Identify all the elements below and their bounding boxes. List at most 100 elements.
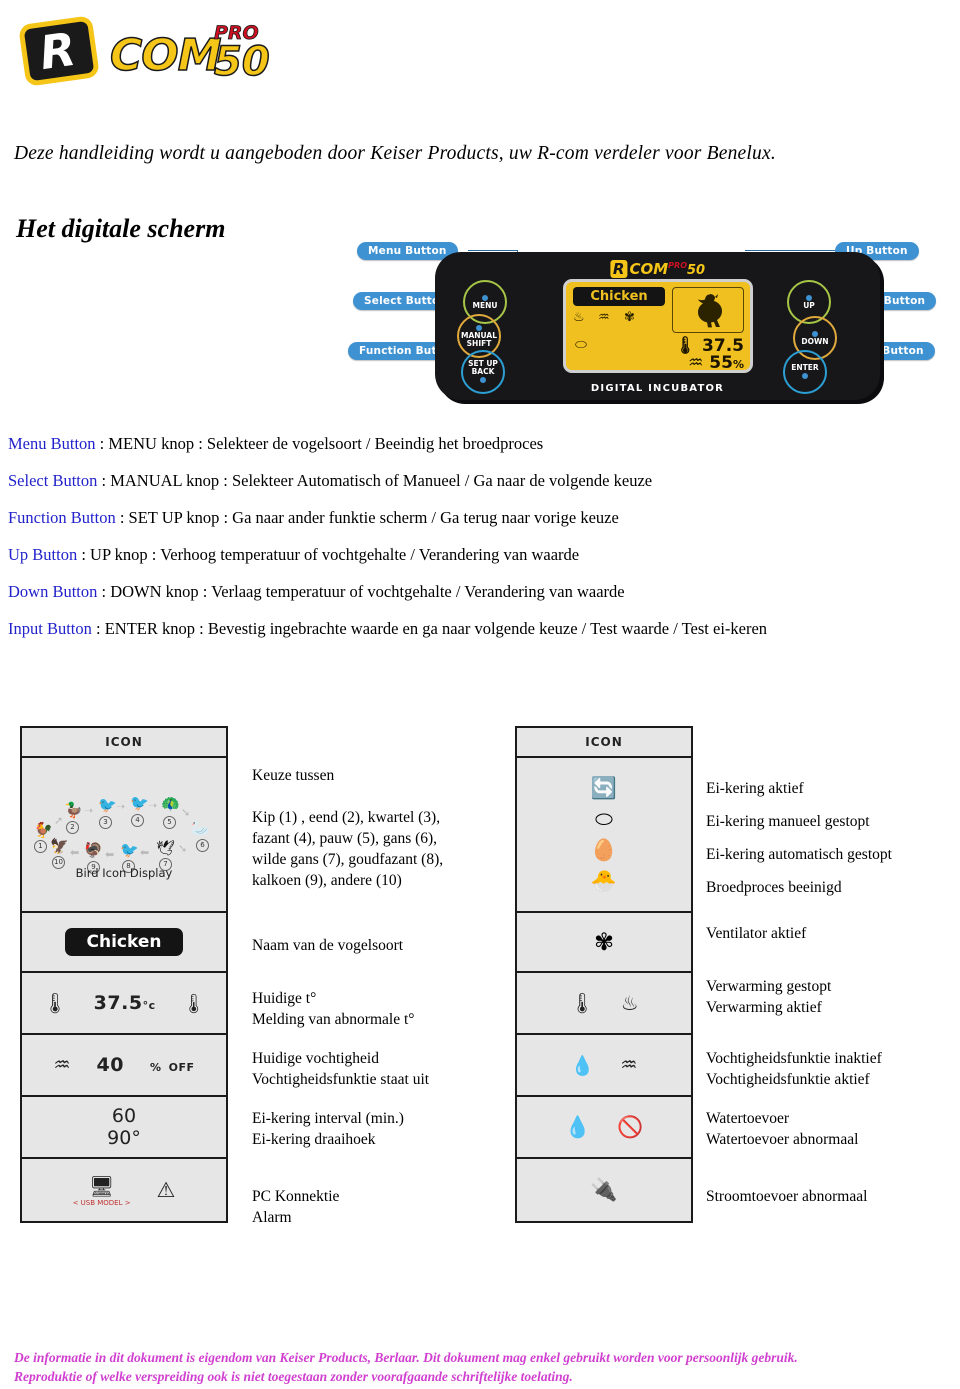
bird-icon-display-caption: Bird Icon Display xyxy=(75,865,173,880)
bird-icon-1: 🐓 xyxy=(34,822,53,839)
lcd-humidity-unit: % xyxy=(732,358,744,371)
desc-right-egg-states-l4: Broedproces beeinigd xyxy=(706,879,842,896)
desc-left-egg-turning: Ei-kering interval (min.) Ei-kering draa… xyxy=(252,1108,404,1150)
desc-left-bird-cycle: Keuze tussen Kip (1) , eend (2), kwartel… xyxy=(252,765,443,891)
device-enter-button[interactable]: ENTER xyxy=(783,350,827,394)
temperature-readout: 37.5°c xyxy=(94,992,156,1014)
button-line-menu: Menu Button : MENU knop : Selekteer de v… xyxy=(8,434,952,454)
lcd-egg-icon: ⬭ xyxy=(575,337,587,353)
table-row-egg-turning: 60 90° xyxy=(22,1097,226,1159)
desc-left-egg-turning-l2: Ei-kering draaihoek xyxy=(252,1131,376,1148)
lcd-heater-icon: ♨ xyxy=(573,310,585,325)
fan-icon: ✾ xyxy=(593,929,615,956)
rcom-pro-50-logo: R COM PRO 50 xyxy=(18,8,298,100)
heating-row-icons: 🌡 ♨ xyxy=(569,991,638,1015)
table-row-humidifier: 💧 ♒ xyxy=(517,1035,691,1097)
bird-icon-10: 🦅 xyxy=(50,838,69,855)
thermometer-icon: 🌡 xyxy=(42,991,68,1015)
desc-right-humidifier: Vochtigheidsfunktie inaktief Vochtigheid… xyxy=(706,1048,882,1090)
water-drop-icon: 💧 xyxy=(564,1114,591,1139)
lcd-fan-icon: ✾ xyxy=(624,310,635,325)
device-setup-back-button[interactable]: SET UP BACK xyxy=(461,350,505,394)
desc-left-bird-cycle-l6: kalkoen (9), andere (10) xyxy=(252,872,402,889)
desc-right-humidifier-l2: Vochtigheidsfunktie aktief xyxy=(706,1071,870,1088)
button-line-menu-text: : MENU knop : Selekteer de vogelsoort / … xyxy=(95,434,544,453)
table-row-water-supply: 💧 🚫 xyxy=(517,1097,691,1159)
button-line-menu-label: Menu Button xyxy=(8,434,96,453)
desc-right-humidifier-l1: Vochtigheidsfunktie inaktief xyxy=(706,1050,882,1067)
desc-left-temperature: Huidige t° Melding van abnormale t° xyxy=(252,988,414,1030)
heater-on-icon: ♨ xyxy=(620,991,639,1015)
egg-icon: ⬭ xyxy=(595,806,613,831)
egg-cracked-manual-icon: 🥚 xyxy=(590,837,618,862)
temperature-unit: °c xyxy=(142,999,156,1012)
button-line-function: Function Button : SET UP knop : Ga naar … xyxy=(8,508,952,528)
button-line-down-text: : DOWN knop : Verlaag temperatuur of voc… xyxy=(97,582,625,601)
incubator-control-panel: R COMPRO50 MENU MANUAL SHIFT SET UP BACK … xyxy=(435,252,880,400)
lcd-humidity-value: 55 xyxy=(709,353,733,373)
intro-sentence: Deze handleiding wordt u aangeboden door… xyxy=(14,143,776,164)
panel-brand-com: COM xyxy=(629,260,669,278)
humidity-value: 40 xyxy=(96,1054,124,1076)
desc-right-egg-states-l3: Ei-kering automatisch gestopt xyxy=(706,846,892,863)
species-badge: Chicken xyxy=(64,928,184,956)
device-diagram: Menu Button Select Button Function Butto… xyxy=(345,222,960,417)
button-line-function-text: : SET UP knop : Ga naar ander funktie sc… xyxy=(115,508,619,527)
device-shift-label: SHIFT xyxy=(466,339,492,348)
bird-arrow-9: ⬅ xyxy=(70,846,80,859)
desc-right-heating-l1: Verwarming gestopt xyxy=(706,978,832,995)
pc-alarm-row-icons: 🖥 < USB MODEL > ⚠ xyxy=(73,1174,176,1207)
button-line-down-label: Down Button xyxy=(8,582,98,601)
logo-text-com: COM xyxy=(109,30,222,81)
button-line-up-text: : UP knop : Verhoog temperatuur of vocht… xyxy=(77,545,580,564)
table-row-bird-cycle: 🐓 1 ➚ 🦆 2 ➝ 🐦 3 ➝ 🐦 4 ➝ 🦚 5 ➘ 🦢 6 ➘ 🕊 7 … xyxy=(22,758,226,913)
desc-right-egg-states-l1: Ei-kering aktief xyxy=(706,780,804,797)
bird-number-5: 5 xyxy=(163,815,176,829)
icon-table-left-header: ICON xyxy=(22,728,226,758)
water-abnormal-icon: 🚫 xyxy=(617,1114,644,1139)
power-plug-abnormal-icon: 🔌 xyxy=(590,1177,618,1202)
button-line-select: Select Button : MANUAL knop : Selekteer … xyxy=(8,471,952,491)
lcd-humidity-icon: ♒ xyxy=(598,310,610,325)
device-back-label: BACK xyxy=(471,367,495,376)
footer-copyright: De informatie in dit dokument is eigendo… xyxy=(14,1348,944,1386)
desc-left-bird-cycle-l3: Kip (1) , eend (2), kwartel (3), xyxy=(252,809,441,826)
desc-right-power-supply: Stroomtoevoer abnormaal xyxy=(706,1186,867,1207)
leader-line-up xyxy=(745,250,835,251)
lcd-species-label: Chicken xyxy=(573,287,665,306)
desc-right-heating-l2: Verwarming aktief xyxy=(706,999,822,1016)
button-line-input-text: : ENTER knop : Bevestig ingebrachte waar… xyxy=(91,619,768,638)
device-up-label: UP xyxy=(803,301,815,311)
panel-brand-r: R xyxy=(609,260,628,278)
footer-line-1: De informatie in dit dokument is eigendo… xyxy=(14,1350,798,1365)
panel-brand-logo: R COMPRO50 xyxy=(609,260,706,278)
table-row-power-supply: 🔌 xyxy=(517,1159,691,1221)
page-title: Het digitale scherm xyxy=(16,214,226,243)
desc-right-water-supply: Watertoevoer Watertoevoer abnormaal xyxy=(706,1108,858,1150)
bird-number-2: 2 xyxy=(66,820,79,834)
table-row-egg-states: 🔄 ⬭ 🥚 🐣 xyxy=(517,758,691,913)
temperature-value: 37.5 xyxy=(93,992,143,1014)
leader-line-menu xyxy=(468,250,518,251)
panel-footer-label: DIGITAL INCUBATOR xyxy=(590,383,725,394)
panel-brand-50: 50 xyxy=(686,263,706,278)
desc-right-water-supply-l1: Watertoevoer xyxy=(706,1110,790,1127)
device-down-label: DOWN xyxy=(801,337,829,347)
desc-left-pc-alarm-l1: PC Konnektie xyxy=(252,1188,340,1205)
turn-interval-value: 60 xyxy=(111,1105,137,1127)
device-lcd-screen: Chicken ♨ ♒ ✾ ⬭ 🌡 37.5 ♒ 55% xyxy=(563,279,753,373)
desc-right-egg-states-l2: Ei-kering manueel gestopt xyxy=(706,813,870,830)
bird-icon-2: 🦆 xyxy=(64,802,83,819)
humidity-unit: % xyxy=(149,1061,162,1074)
desc-left-temperature-l2: Melding van abnormale t° xyxy=(252,1011,415,1028)
water-supply-row-icons: 💧 🚫 xyxy=(565,1115,643,1140)
bird-arrow-1: ➚ xyxy=(54,814,64,827)
button-line-input: Input Button : ENTER knop : Bevestig ing… xyxy=(8,619,952,639)
abnormal-temperature-icon: 🌡 xyxy=(181,992,206,1015)
egg-cracked-auto-icon: 🐣 xyxy=(590,868,618,893)
desc-left-species-l1: Naam van de vogelsoort xyxy=(252,937,404,954)
table-row-temperature: 🌡 37.5°c 🌡 xyxy=(22,973,226,1035)
egg-turning-values: 60 90° xyxy=(107,1105,141,1149)
bird-icon-8: 🐦 xyxy=(120,842,139,859)
temperature-row-icons: 🌡 37.5°c 🌡 xyxy=(42,991,205,1015)
